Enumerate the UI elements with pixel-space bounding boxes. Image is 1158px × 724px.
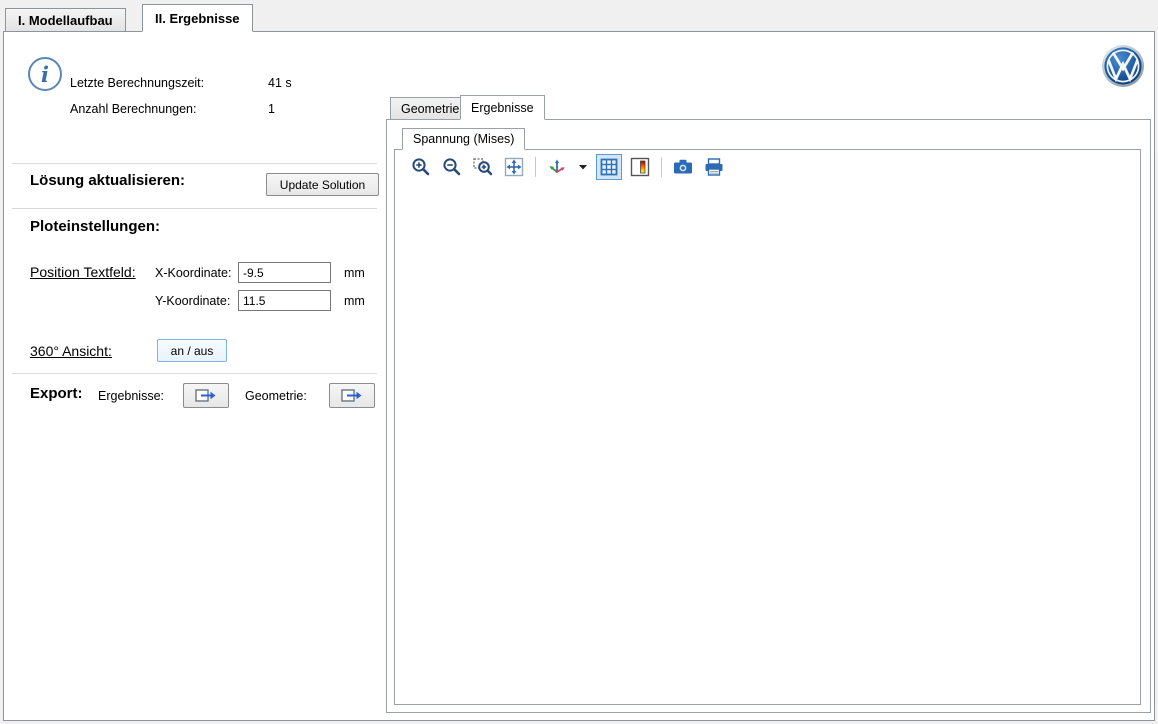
export-results-label: Ergebnisse:: [98, 389, 164, 403]
position-textfield-label: Position Textfeld:: [30, 264, 136, 280]
tab-geometrie-label: Geometrie: [401, 102, 459, 116]
last-computation-label: Letzte Berechnungszeit:: [70, 76, 204, 90]
last-computation-value: 41 s: [268, 76, 292, 90]
export-icon: [341, 388, 363, 403]
x-coordinate-input[interactable]: [238, 262, 331, 283]
x-coordinate-label: X-Koordinate:: [155, 266, 231, 280]
plot-settings-heading: Ploteinstellungen:: [30, 218, 160, 235]
volkswagen-logo-icon: [1100, 43, 1146, 89]
update-solution-button[interactable]: Update Solution: [266, 173, 379, 196]
export-icon: [195, 388, 217, 403]
tab-spannung-mises[interactable]: Spannung (Mises): [402, 128, 525, 150]
tab-page-content: i Letzte Berechnungszeit: 41 s Anzahl Be…: [3, 31, 1155, 721]
divider: [12, 163, 377, 164]
y-coordinate-input[interactable]: [238, 290, 331, 311]
export-heading: Export:: [30, 385, 83, 402]
tab-results[interactable]: Ergebnisse: [460, 95, 545, 120]
color-legend-icon[interactable]: [627, 154, 653, 180]
view360-label: 360° Ansicht:: [30, 343, 112, 359]
export-results-button[interactable]: [183, 383, 229, 408]
tab-geometrie[interactable]: Geometrie: [390, 97, 470, 119]
view-orientation-dropdown-icon[interactable]: [575, 154, 591, 180]
print-icon[interactable]: [701, 154, 727, 180]
tab-spannung-mises-label: Spannung (Mises): [413, 132, 514, 146]
zoom-out-icon[interactable]: [439, 154, 465, 180]
plot-tab-content: [394, 149, 1141, 705]
update-solution-heading: Lösung aktualisieren:: [30, 172, 185, 189]
zoom-extents-icon[interactable]: [501, 154, 527, 180]
tab-ergebnisse-label: II. Ergebnisse: [155, 11, 240, 26]
tab-ergebnisse[interactable]: II. Ergebnisse: [142, 4, 253, 32]
computation-count-label: Anzahl Berechnungen:: [70, 102, 196, 116]
snapshot-camera-icon[interactable]: [670, 154, 696, 180]
divider: [12, 373, 377, 374]
view-orientation-icon[interactable]: [544, 154, 570, 180]
export-geometry-label: Geometrie:: [245, 389, 307, 403]
grid-toggle-icon[interactable]: [596, 154, 622, 180]
toolbar-separator: [535, 157, 536, 177]
export-geometry-button[interactable]: [329, 383, 375, 408]
tab-modellaufbau[interactable]: I. Modellaufbau: [5, 8, 126, 31]
x-coordinate-unit: mm: [344, 266, 365, 280]
divider: [12, 208, 377, 209]
view360-toggle-button[interactable]: an / aus: [157, 339, 227, 362]
tab-modellaufbau-label: I. Modellaufbau: [18, 13, 113, 28]
y-coordinate-label: Y-Koordinate:: [155, 294, 230, 308]
y-coordinate-unit: mm: [344, 294, 365, 308]
tab-results-label: Ergebnisse: [471, 101, 534, 115]
plot-toolbar: [408, 153, 727, 181]
zoom-in-icon[interactable]: [408, 154, 434, 180]
info-icon: i: [28, 57, 62, 91]
computation-count-value: 1: [268, 102, 275, 116]
app-window: I. Modellaufbau II. Ergebnisse i Letzte …: [0, 0, 1158, 724]
zoom-box-icon[interactable]: [470, 154, 496, 180]
toolbar-separator: [661, 157, 662, 177]
